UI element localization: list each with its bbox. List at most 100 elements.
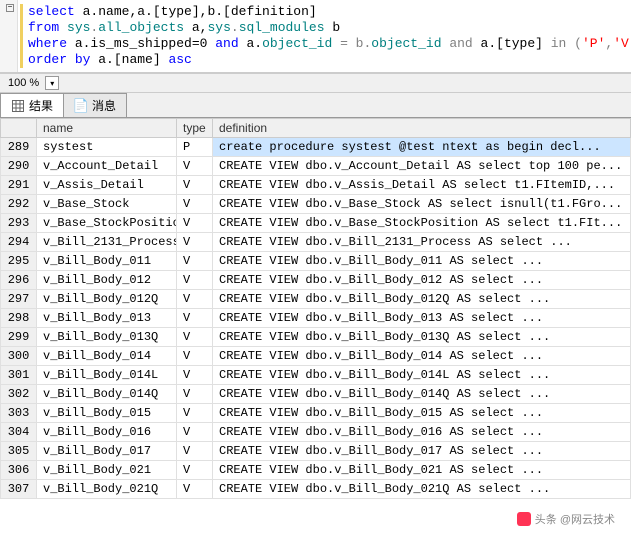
cell-definition[interactable]: CREATE VIEW dbo.v_Bill_Body_016 AS selec… [213,423,631,442]
cell-name[interactable]: v_Bill_Body_013Q [37,328,177,347]
cell-definition[interactable]: CREATE VIEW dbo.v_Bill_Body_011 AS selec… [213,252,631,271]
zoom-dropdown[interactable]: ▾ [45,76,59,90]
cell-name[interactable]: v_Bill_Body_014Q [37,385,177,404]
row-number[interactable]: 303 [1,404,37,423]
row-number[interactable]: 298 [1,309,37,328]
table-row[interactable]: 306v_Bill_Body_021V CREATE VIEW dbo.v_Bi… [1,461,631,480]
cell-type[interactable]: V [177,480,213,499]
table-row[interactable]: 297v_Bill_Body_012QV CREATE VIEW dbo.v_B… [1,290,631,309]
cell-name[interactable]: v_Account_Detail [37,157,177,176]
cell-type[interactable]: V [177,461,213,480]
cell-type[interactable]: V [177,423,213,442]
cell-definition[interactable]: CREATE VIEW dbo.v_Bill_Body_021Q AS sele… [213,480,631,499]
cell-definition[interactable]: CREATE VIEW dbo.v_Base_StockPosition AS … [213,214,631,233]
cell-type[interactable]: V [177,309,213,328]
table-row[interactable]: 304v_Bill_Body_016V CREATE VIEW dbo.v_Bi… [1,423,631,442]
row-number[interactable]: 296 [1,271,37,290]
cell-name[interactable]: v_Bill_Body_014L [37,366,177,385]
cell-type[interactable]: V [177,157,213,176]
table-row[interactable]: 294v_Bill_2131_ProcessV CREATE VIEW dbo.… [1,233,631,252]
cell-definition[interactable]: CREATE VIEW dbo.v_Base_Stock AS select i… [213,195,631,214]
cell-name[interactable]: v_Bill_Body_011 [37,252,177,271]
row-number[interactable]: 301 [1,366,37,385]
table-row[interactable]: 299v_Bill_Body_013QV CREATE VIEW dbo.v_B… [1,328,631,347]
zoom-value[interactable]: 100 % [6,76,41,90]
cell-type[interactable]: V [177,176,213,195]
cell-definition[interactable]: CREATE VIEW dbo.v_Bill_Body_015 AS selec… [213,404,631,423]
cell-type[interactable]: V [177,252,213,271]
cell-definition[interactable]: create procedure systest @test ntext as … [213,138,631,157]
table-row[interactable]: 295v_Bill_Body_011V CREATE VIEW dbo.v_Bi… [1,252,631,271]
row-number[interactable]: 297 [1,290,37,309]
table-row[interactable]: 296v_Bill_Body_012V CREATE VIEW dbo.v_Bi… [1,271,631,290]
row-number[interactable]: 289 [1,138,37,157]
row-number[interactable]: 291 [1,176,37,195]
header-type[interactable]: type [177,119,213,138]
header-definition[interactable]: definition [213,119,631,138]
table-row[interactable]: 293v_Base_StockPositionV CREATE VIEW dbo… [1,214,631,233]
table-row[interactable]: 302v_Bill_Body_014QV CREATE VIEW dbo.v_B… [1,385,631,404]
table-row[interactable]: 289systestP create procedure systest @te… [1,138,631,157]
table-row[interactable]: 300v_Bill_Body_014V CREATE VIEW dbo.v_Bi… [1,347,631,366]
table-row[interactable]: 291v_Assis_DetailV CREATE VIEW dbo.v_Ass… [1,176,631,195]
row-number[interactable]: 302 [1,385,37,404]
cell-name[interactable]: v_Bill_Body_012 [37,271,177,290]
row-number[interactable]: 295 [1,252,37,271]
header-name[interactable]: name [37,119,177,138]
cell-type[interactable]: V [177,366,213,385]
tab-messages[interactable]: 📄 消息 [63,93,127,117]
row-number[interactable]: 305 [1,442,37,461]
cell-type[interactable]: V [177,233,213,252]
row-number[interactable]: 300 [1,347,37,366]
row-number[interactable]: 304 [1,423,37,442]
row-number[interactable]: 290 [1,157,37,176]
cell-name[interactable]: v_Base_StockPosition [37,214,177,233]
cell-type[interactable]: V [177,385,213,404]
table-row[interactable]: 298v_Bill_Body_013V CREATE VIEW dbo.v_Bi… [1,309,631,328]
cell-definition[interactable]: CREATE VIEW dbo.v_Bill_Body_013Q AS sele… [213,328,631,347]
row-number[interactable]: 292 [1,195,37,214]
cell-type[interactable]: V [177,328,213,347]
collapse-toggle[interactable]: − [6,4,14,12]
cell-definition[interactable]: CREATE VIEW dbo.v_Bill_Body_021 AS selec… [213,461,631,480]
cell-name[interactable]: v_Bill_Body_021 [37,461,177,480]
table-row[interactable]: 290v_Account_DetailV CREATE VIEW dbo.v_A… [1,157,631,176]
cell-type[interactable]: V [177,442,213,461]
cell-name[interactable]: v_Bill_Body_016 [37,423,177,442]
cell-name[interactable]: v_Bill_Body_013 [37,309,177,328]
table-row[interactable]: 301v_Bill_Body_014LV CREATE VIEW dbo.v_B… [1,366,631,385]
cell-definition[interactable]: CREATE VIEW dbo.v_Bill_Body_017 AS selec… [213,442,631,461]
cell-definition[interactable]: CREATE VIEW dbo.v_Account_Detail AS sele… [213,157,631,176]
cell-type[interactable]: V [177,404,213,423]
cell-name[interactable]: systest [37,138,177,157]
cell-definition[interactable]: CREATE VIEW dbo.v_Bill_Body_014L AS sele… [213,366,631,385]
cell-definition[interactable]: CREATE VIEW dbo.v_Bill_Body_013 AS selec… [213,309,631,328]
cell-definition[interactable]: CREATE VIEW dbo.v_Bill_Body_014Q AS sele… [213,385,631,404]
table-row[interactable]: 303v_Bill_Body_015V CREATE VIEW dbo.v_Bi… [1,404,631,423]
cell-definition[interactable]: CREATE VIEW dbo.v_Bill_Body_012Q AS sele… [213,290,631,309]
row-number[interactable]: 293 [1,214,37,233]
cell-type[interactable]: V [177,271,213,290]
row-number[interactable]: 306 [1,461,37,480]
cell-type[interactable]: P [177,138,213,157]
cell-type[interactable]: V [177,195,213,214]
cell-type[interactable]: V [177,214,213,233]
cell-definition[interactable]: CREATE VIEW dbo.v_Bill_Body_012 AS selec… [213,271,631,290]
results-grid[interactable]: name type definition 289systestP create … [0,118,631,499]
table-row[interactable]: 292v_Base_StockV CREATE VIEW dbo.v_Base_… [1,195,631,214]
row-number[interactable]: 299 [1,328,37,347]
row-number[interactable]: 307 [1,480,37,499]
row-number[interactable]: 294 [1,233,37,252]
table-row[interactable]: 305v_Bill_Body_017V CREATE VIEW dbo.v_Bi… [1,442,631,461]
cell-name[interactable]: v_Bill_Body_017 [37,442,177,461]
cell-type[interactable]: V [177,347,213,366]
table-row[interactable]: 307v_Bill_Body_021QV CREATE VIEW dbo.v_B… [1,480,631,499]
cell-name[interactable]: v_Bill_Body_021Q [37,480,177,499]
cell-name[interactable]: v_Base_Stock [37,195,177,214]
cell-definition[interactable]: CREATE VIEW dbo.v_Assis_Detail AS select… [213,176,631,195]
cell-name[interactable]: v_Bill_Body_015 [37,404,177,423]
cell-name[interactable]: v_Bill_Body_012Q [37,290,177,309]
sql-editor[interactable]: − select a.name,a.[type],b.[definition] … [0,0,631,73]
header-rownum[interactable] [1,119,37,138]
cell-name[interactable]: v_Bill_2131_Process [37,233,177,252]
